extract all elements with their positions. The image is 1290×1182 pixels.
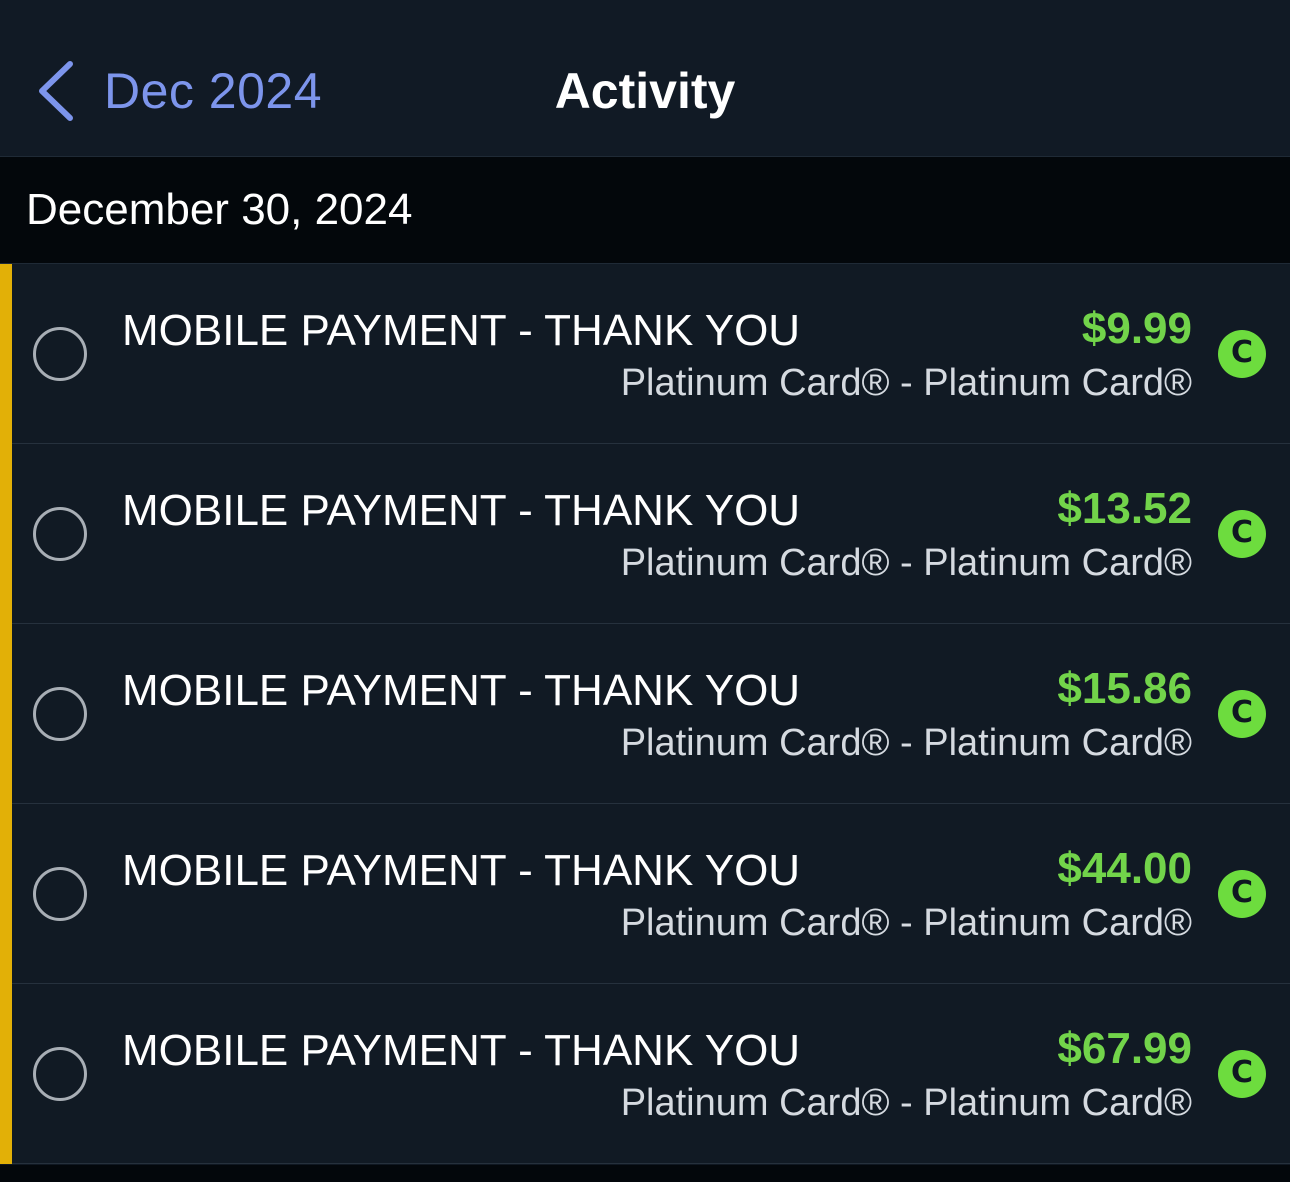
select-radio-button[interactable]: [33, 507, 87, 561]
flag-indicator: [0, 264, 12, 444]
date-section-header: December 30, 2024: [0, 157, 1290, 264]
transaction-row[interactable]: MOBILE PAYMENT - THANK YOU $44.00 Platin…: [0, 804, 1290, 984]
status-badge-letter: C: [1230, 335, 1254, 370]
transaction-row[interactable]: MOBILE PAYMENT - THANK YOU $13.52 Platin…: [0, 444, 1290, 624]
cleared-status-icon[interactable]: C: [1218, 510, 1266, 558]
transaction-account: Platinum Card® - Platinum Card®: [620, 902, 1192, 944]
flag-indicator: [0, 444, 12, 624]
select-radio-button[interactable]: [33, 687, 87, 741]
transaction-account: Platinum Card® - Platinum Card®: [620, 542, 1192, 584]
status-badge-letter: C: [1230, 875, 1254, 910]
cleared-status-icon[interactable]: C: [1218, 690, 1266, 738]
transaction-amount: $13.52: [1057, 484, 1192, 533]
transaction-account: Platinum Card® - Platinum Card®: [620, 722, 1192, 764]
flag-indicator: [0, 804, 12, 984]
transaction-amount: $67.99: [1057, 1024, 1192, 1073]
activity-screen: Dec 2024 Activity December 30, 2024 MOBI…: [0, 0, 1290, 1182]
transaction-row[interactable]: MOBILE PAYMENT - THANK YOU $67.99 Platin…: [0, 984, 1290, 1164]
page-title: Activity: [554, 63, 736, 119]
transaction-account: Platinum Card® - Platinum Card®: [620, 362, 1192, 404]
cleared-status-icon[interactable]: C: [1218, 1050, 1266, 1098]
select-radio-button[interactable]: [33, 1047, 87, 1101]
transaction-list: MOBILE PAYMENT - THANK YOU $9.99 Platinu…: [0, 264, 1290, 1164]
transaction-amount: $15.86: [1057, 664, 1192, 713]
transaction-description: MOBILE PAYMENT - THANK YOU: [122, 306, 801, 355]
status-badge-letter: C: [1230, 515, 1254, 550]
cleared-status-icon[interactable]: C: [1218, 870, 1266, 918]
transaction-description: MOBILE PAYMENT - THANK YOU: [122, 846, 801, 895]
navigation-bar: Dec 2024 Activity: [0, 0, 1290, 157]
transaction-description: MOBILE PAYMENT - THANK YOU: [122, 486, 801, 535]
status-badge-letter: C: [1230, 1055, 1254, 1090]
status-badge-letter: C: [1230, 695, 1254, 730]
transaction-row[interactable]: MOBILE PAYMENT - THANK YOU $15.86 Platin…: [0, 624, 1290, 804]
cleared-status-icon[interactable]: C: [1218, 330, 1266, 378]
select-radio-button[interactable]: [33, 327, 87, 381]
transaction-account: Platinum Card® - Platinum Card®: [620, 1082, 1192, 1124]
flag-indicator: [0, 984, 12, 1164]
transaction-description: MOBILE PAYMENT - THANK YOU: [122, 1026, 801, 1075]
section-date-label: December 30, 2024: [26, 185, 413, 234]
select-radio-button[interactable]: [33, 867, 87, 921]
flag-indicator: [0, 624, 12, 804]
transaction-amount: $44.00: [1057, 844, 1192, 893]
transaction-row[interactable]: MOBILE PAYMENT - THANK YOU $9.99 Platinu…: [0, 264, 1290, 444]
transaction-amount: $9.99: [1081, 304, 1192, 353]
list-bottom-divider: [0, 1165, 1290, 1182]
transaction-description: MOBILE PAYMENT - THANK YOU: [122, 666, 801, 715]
